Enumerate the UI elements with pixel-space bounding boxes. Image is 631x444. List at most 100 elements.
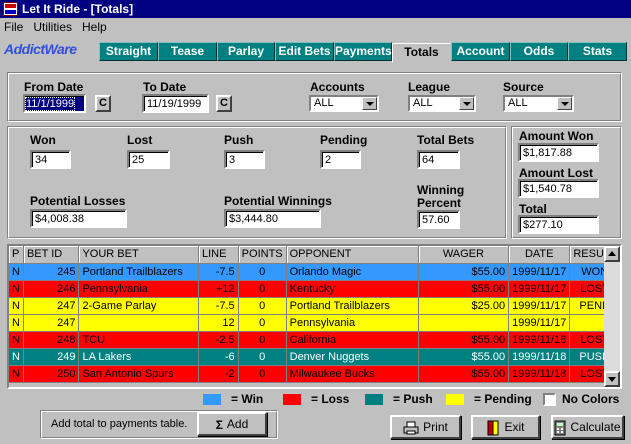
cell-wager: $55.00 <box>418 280 510 298</box>
winning-percent-label-1: Winning <box>417 183 465 197</box>
tab-parlay[interactable]: Parlay <box>217 42 275 61</box>
cell-wager: $55.00 <box>418 365 510 383</box>
cell-opponent: Milwaukee Bucks <box>286 365 419 383</box>
to-date-label: To Date <box>143 80 187 94</box>
winning-percent-label-2: Percent <box>417 196 462 210</box>
menu-file[interactable]: File <box>0 18 29 37</box>
vertical-scrollbar[interactable] <box>604 246 620 387</box>
lost-label: Lost <box>127 133 153 147</box>
calculate-button[interactable]: Calculate <box>551 415 624 439</box>
tab-bar: AddictWare Straight Tease Parlay Edit Be… <box>0 38 631 64</box>
cell-bet-id: 250 <box>23 365 80 383</box>
from-date-calendar-button[interactable]: C <box>95 95 111 112</box>
cell-line: -2.5 <box>198 331 239 349</box>
cell-your-bet: TCU <box>78 331 199 349</box>
no-colors-label: No Colors <box>562 392 620 406</box>
amount-won-field: $1,817.88 <box>518 143 599 162</box>
league-select[interactable]: ALL <box>408 95 476 112</box>
column-header-opponent[interactable]: OPPONENT <box>286 246 419 264</box>
from-date-input[interactable]: 11/1/1999 <box>23 94 86 113</box>
cell-bet-id: 246 <box>23 280 80 298</box>
column-header-your-bet[interactable]: YOUR BET <box>78 246 199 264</box>
cell-wager: $55.00 <box>418 331 510 349</box>
cell-your-bet: Pennsylvania <box>78 280 199 298</box>
column-header-line[interactable]: LINE <box>198 246 239 264</box>
cell-date: 1999/11/17 <box>508 280 571 298</box>
brand-logo: AddictWare <box>4 41 77 57</box>
no-colors-checkbox[interactable] <box>543 393 556 406</box>
cell-date: 1999/11/18 <box>508 365 571 383</box>
table-header-row: P BET ID YOUR BET LINE POINTS OPPONENT W… <box>9 246 620 264</box>
column-header-date[interactable]: DATE <box>508 246 571 264</box>
cell-bet-id: 249 <box>23 348 80 366</box>
league-label: League <box>408 80 451 94</box>
total-bets-label: Total Bets <box>417 133 475 147</box>
column-header-points[interactable]: POINTS <box>238 246 287 264</box>
legend-loss-label: = Loss <box>311 392 350 406</box>
cell-date: 1999/11/17 <box>508 297 571 315</box>
exit-button[interactable]: Exit <box>471 415 540 439</box>
add-button[interactable]: Σ Add <box>197 412 267 436</box>
column-header-wager[interactable]: WAGER <box>418 246 510 264</box>
cell-wager: $25.00 <box>418 297 510 315</box>
cell-line: 12 <box>198 314 239 332</box>
table-row[interactable]: N 250 San Antonio Spurs -2 0 Milwaukee Bucks $… <box>9 365 620 383</box>
column-header-p[interactable]: P <box>9 246 24 264</box>
tab-payments[interactable]: Payments <box>334 42 392 61</box>
table-row[interactable]: N 246 Pennsylvania +12 0 Kentucky $55.00 1999/1… <box>9 280 620 298</box>
cell-date: 1999/11/17 <box>508 314 571 332</box>
total-amount-field: $277.10 <box>518 215 599 234</box>
legend-win-label: = Win <box>231 392 264 406</box>
cell-opponent: Orlando Magic <box>286 263 419 281</box>
cell-bet-id: 247 <box>23 314 80 332</box>
to-date-calendar-button[interactable]: C <box>216 95 232 112</box>
amount-won-label: Amount Won <box>519 129 594 143</box>
legend-win-swatch <box>203 394 221 405</box>
table-row[interactable]: N 245 Portland Trailblazers -7.5 0 Orlando Ma… <box>9 263 620 281</box>
cell-points: 0 <box>238 348 287 366</box>
accounts-select[interactable]: ALL <box>309 95 379 112</box>
menu-help[interactable]: Help <box>78 18 113 37</box>
tab-account[interactable]: Account <box>451 42 510 61</box>
pending-label: Pending <box>320 133 368 147</box>
add-total-hint: Add total to payments table. <box>51 418 188 430</box>
bets-table[interactable]: P BET ID YOUR BET LINE POINTS OPPONENT W… <box>7 244 622 389</box>
column-header-bet-id[interactable]: BET ID <box>23 246 80 264</box>
cell-opponent: Denver Nuggets <box>286 348 419 366</box>
winning-percent-field: 57.60 <box>417 210 460 229</box>
accounts-label: Accounts <box>310 80 365 94</box>
scroll-up-arrow-icon[interactable] <box>604 246 620 262</box>
tab-totals[interactable]: Totals <box>392 43 451 63</box>
table-row[interactable]: N 247 2-Game Parlay -7.5 0 Portland Trailblaz… <box>9 297 620 315</box>
chevron-down-icon[interactable] <box>459 97 474 110</box>
tab-edit-bets[interactable]: Edit Bets <box>275 42 334 61</box>
tab-odds[interactable]: Odds <box>510 42 568 61</box>
chevron-down-icon[interactable] <box>557 97 572 110</box>
cell-line: -7.5 <box>198 297 239 315</box>
chevron-down-icon[interactable] <box>362 97 377 110</box>
cell-p: N <box>9 365 24 383</box>
cell-p: N <box>9 331 24 349</box>
print-button[interactable]: Print <box>390 415 461 439</box>
table-row[interactable]: N 247 12 0 Pennsylvania 1999/11/17 <box>9 314 620 332</box>
cell-date: 1999/11/18 <box>508 331 571 349</box>
to-date-input[interactable]: 11/19/1999 <box>142 94 209 113</box>
cell-opponent: Kentucky <box>286 280 419 298</box>
total-amount-label: Total <box>519 202 547 216</box>
tab-straight[interactable]: Straight <box>99 42 158 61</box>
cell-line: -2 <box>198 365 239 383</box>
legend-push-swatch <box>365 394 383 405</box>
scroll-down-arrow-icon[interactable] <box>604 371 620 387</box>
table-row[interactable]: N 248 TCU -2.5 0 California $55.00 1999/11/18 LO… <box>9 331 620 349</box>
menu-utilities[interactable]: Utilities <box>29 18 78 37</box>
exit-door-icon <box>487 420 499 436</box>
cell-opponent: Pennsylvania <box>286 314 419 332</box>
tab-tease[interactable]: Tease <box>158 42 217 61</box>
table-row[interactable]: N 249 LA Lakers -6 0 Denver Nuggets $55.00 1999… <box>9 348 620 366</box>
sigma-icon: Σ <box>215 417 223 432</box>
cell-wager: $55.00 <box>418 348 510 366</box>
cell-your-bet <box>78 314 199 332</box>
source-select[interactable]: ALL <box>503 95 574 112</box>
printer-icon <box>403 421 419 435</box>
tab-stats[interactable]: Stats <box>568 42 627 61</box>
